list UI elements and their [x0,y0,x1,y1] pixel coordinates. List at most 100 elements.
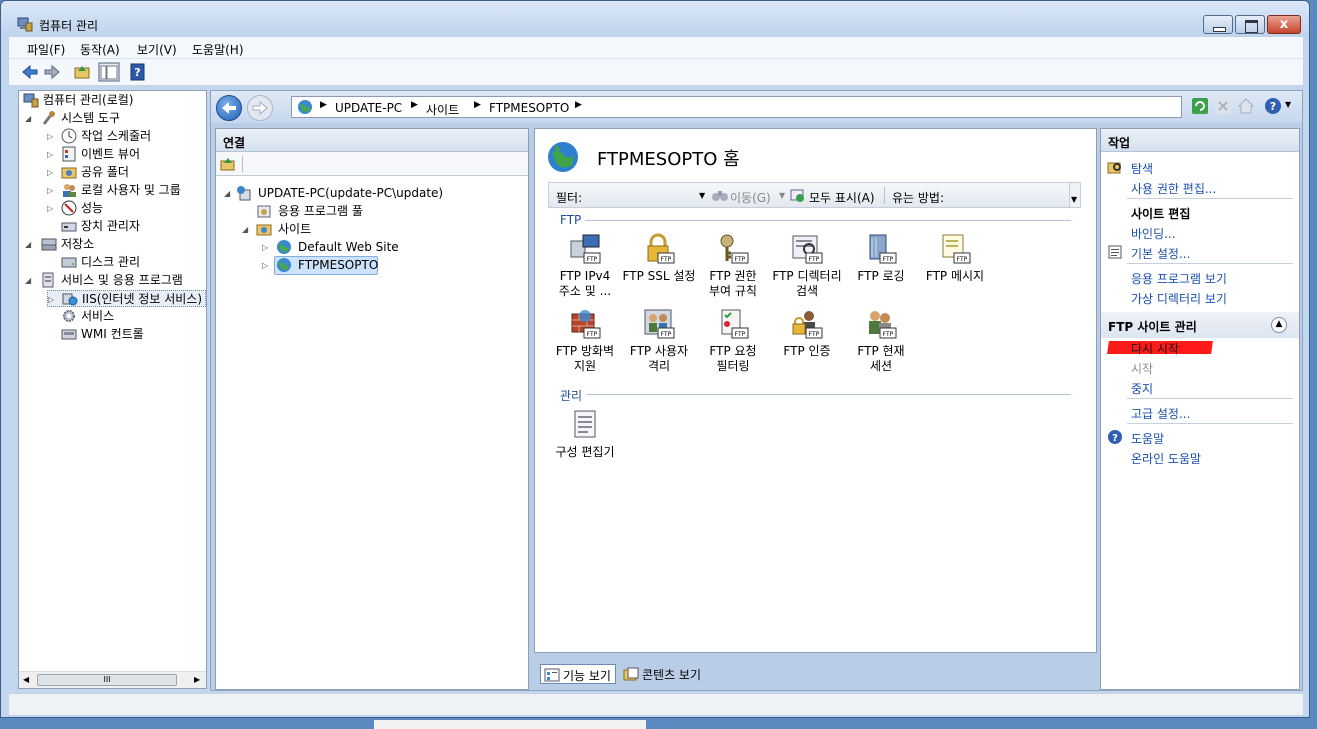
expanded-arrow-icon[interactable]: ◢ [25,115,33,123]
feature-ftp-ssl[interactable]: FTP FTP SSL 설정 [622,233,696,284]
breadcrumb-ftpmesopto[interactable]: FTPMESOPTO [489,101,569,115]
action-start[interactable]: 시작 [1131,360,1153,377]
group-by-label[interactable]: 유는 방법: [892,189,944,206]
feature-label: FTP 디렉터리 [772,269,842,283]
feature-ftp-directory-browsing[interactable]: FTP FTP 디렉터리 검색 [770,233,844,299]
chevron-down-icon[interactable]: ▼ [1071,195,1077,204]
show-all-button[interactable]: 모두 표시(A) [809,189,875,206]
tree-item-iis[interactable]: ▷ IIS(인터넷 정보 서비스) [47,290,206,307]
collapsed-arrow-icon[interactable]: ▷ [262,262,270,270]
breadcrumb-arrow-icon[interactable]: ▶ [411,100,418,110]
action-explore[interactable]: 탐색 [1131,160,1153,177]
filter-input[interactable] [587,186,707,205]
feature-ftp-authentication[interactable]: FTP FTP 인증 [770,308,844,359]
current-sessions-icon: FTP [869,311,897,339]
menu-view[interactable]: 보기(V) [137,41,177,58]
close-button[interactable]: x [1267,15,1301,34]
feature-ftp-ipv4[interactable]: FTP FTP IPv4 주소 및 ... [548,233,622,299]
action-basic-settings[interactable]: 기본 설정... [1131,245,1190,262]
action-view-applications[interactable]: 응용 프로그램 보기 [1131,270,1227,287]
feature-ftp-authorization[interactable]: FTP FTP 권한 부여 규칙 [696,233,770,299]
svg-text:?: ? [134,66,140,79]
chevron-down-icon[interactable]: ▼ [699,191,705,200]
action-restart[interactable]: 다시 시작 [1131,340,1179,357]
feature-ftp-current-sessions[interactable]: FTP FTP 현재 세션 [844,308,918,374]
svg-text:FTP: FTP [809,256,820,263]
expanded-arrow-icon[interactable]: ◢ [25,277,33,285]
help-icon[interactable]: ? [129,63,147,81]
action-stop[interactable]: 중지 [1131,380,1153,397]
feature-label: 검색 [795,284,819,298]
expanded-arrow-icon[interactable]: ◢ [242,226,250,234]
feature-configuration-editor[interactable]: 구성 편집기 [548,409,622,460]
collapsed-arrow-icon[interactable]: ▷ [262,244,270,252]
breadcrumb-sites[interactable]: 사이트 [426,101,459,118]
settings-icon [1108,245,1122,259]
feature-ftp-logging[interactable]: FTP FTP 로깅 [844,233,918,284]
globe-icon [277,258,291,272]
collapsed-arrow-icon[interactable]: ▷ [47,169,55,177]
chevron-down-icon[interactable]: ▼ [779,191,785,200]
gear-icon [63,310,75,322]
feature-label: FTP IPv4 [559,269,611,283]
collapsed-arrow-icon[interactable]: ▷ [47,151,55,159]
svg-text:?: ? [1270,100,1276,113]
scroll-thumb[interactable]: III [37,674,177,686]
collapsed-arrow-icon[interactable]: ▷ [48,296,56,304]
action-view-virtual-dirs[interactable]: 가상 디렉터리 보기 [1131,290,1227,307]
tab-features-view[interactable]: 기능 보기 [540,664,616,684]
up-folder-icon[interactable] [73,63,91,81]
expanded-arrow-icon[interactable]: ◢ [25,241,33,249]
back-button[interactable] [216,95,242,121]
application-pools-icon [257,205,271,218]
home-icon[interactable] [1237,97,1255,115]
minimize-button[interactable] [1203,15,1233,34]
collapse-chevron-icon[interactable]: ▲ [1271,317,1287,333]
maximize-button[interactable] [1235,15,1265,34]
collapsed-arrow-icon[interactable]: ▷ [47,187,55,195]
action-online-help[interactable]: 온라인 도움말 [1131,450,1201,467]
feature-ftp-firewall[interactable]: FTP FTP 방화벽 지원 [548,308,622,374]
action-advanced-settings[interactable]: 고급 설정... [1131,405,1190,422]
menu-action[interactable]: 동작(A) [80,41,120,58]
console-tree-pane: 컴퓨터 관리(로컬) ◢ 시스템 도구 ▷ 작업 스케줄러 ▷ 이벤트 뷰어 ▷… [18,90,207,689]
refresh-icon[interactable] [1191,97,1209,115]
action-bindings[interactable]: 바인딩... [1131,225,1176,242]
forward-arrow-icon[interactable] [43,63,61,81]
back-arrow-icon[interactable] [21,63,39,81]
action-edit-permissions[interactable]: 사용 권한 편집... [1131,180,1216,197]
tab-content-view[interactable]: 콘텐츠 보기 [620,664,705,684]
feature-ftp-messages[interactable]: FTP FTP 메시지 [918,233,992,284]
svg-text:FTP: FTP [661,256,672,263]
view-tabs: 기능 보기 콘텐츠 보기 [534,656,1097,686]
connect-icon[interactable] [220,156,236,172]
collapsed-arrow-icon[interactable]: ▷ [47,205,55,213]
feature-ftp-request-filtering[interactable]: FTP FTP 요청 필터링 [696,308,770,374]
forward-button[interactable] [247,95,273,121]
breadcrumb-update-pc[interactable]: UPDATE-PC [335,101,402,115]
scroll-right-icon[interactable]: ▶ [194,675,200,684]
scroll-left-icon[interactable]: ◀ [23,675,29,684]
go-button[interactable]: 이동(G) [730,189,771,206]
expanded-arrow-icon[interactable]: ◢ [224,190,232,198]
help-icon[interactable]: ? [1264,97,1282,115]
show-hide-console-tree-icon[interactable] [98,62,120,82]
filter-scroll[interactable]: ▼ [1069,183,1080,207]
breadcrumb-arrow-icon[interactable]: ▶ [474,100,481,110]
breadcrumb-arrow-icon[interactable]: ▶ [320,100,327,110]
feature-ftp-user-isolation[interactable]: FTP FTP 사용자 격리 [622,308,696,374]
menu-help[interactable]: 도움말(H) [192,41,244,58]
actions-header: 작업 [1101,129,1299,152]
action-help[interactable]: 도움말 [1131,430,1164,447]
connections-header: 연결 [216,129,528,152]
svg-text:FTP: FTP [587,256,598,263]
menu-file[interactable]: 파일(F) [27,41,65,58]
chevron-down-icon[interactable]: ▼ [1285,100,1291,109]
horizontal-scrollbar[interactable]: ◀ III ▶ [19,671,206,688]
manage-ftp-site-header: FTP 사이트 관리 ▲ [1101,312,1299,338]
address-bar[interactable]: ▶ UPDATE-PC ▶ 사이트 ▶ FTPMESOPTO ▶ [291,96,1182,118]
filter-bar: 필터: ▼ 이동(G) ▼ 모두 표시(A) 유는 방법: ▼ [548,182,1081,208]
stop-icon[interactable] [1214,97,1232,115]
breadcrumb-arrow-icon[interactable]: ▶ [575,100,582,110]
collapsed-arrow-icon[interactable]: ▷ [47,133,55,141]
